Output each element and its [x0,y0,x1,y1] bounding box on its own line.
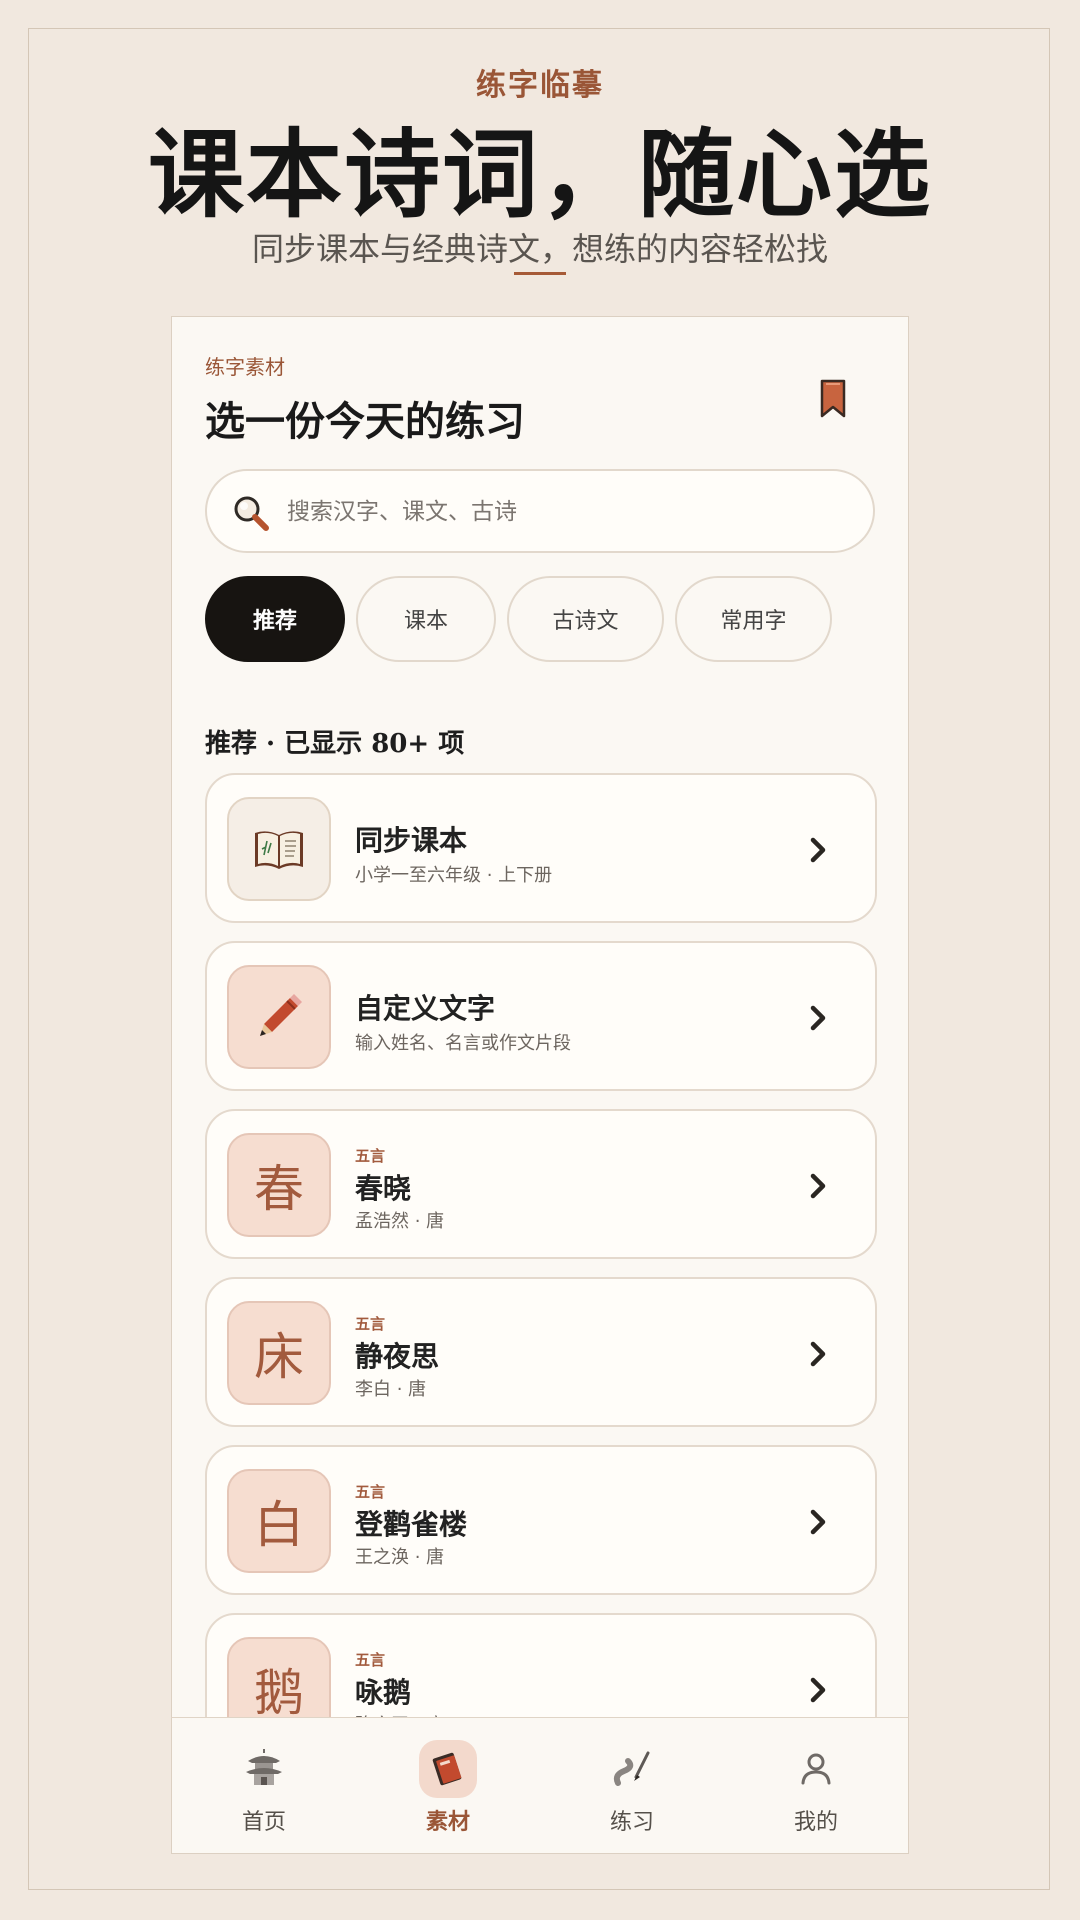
card-tag: 五言 [355,1315,386,1333]
card-tag: 五言 [355,1483,386,1501]
bookmark-icon[interactable] [819,379,847,419]
open-book-icon [255,831,303,869]
card-subtitle: 王之涣 · 唐 [355,1547,445,1568]
thumb-character: 床 [254,1328,304,1386]
chevron-right-icon [810,1005,826,1031]
nav-practice[interactable]: 练习 [540,1718,724,1855]
list-item[interactable]: 同步课本 小学一至六年级 · 上下册 [205,773,877,923]
chip-recommended[interactable]: 推荐 [205,576,345,662]
chip-common-characters[interactable]: 常用字 [675,576,832,662]
chevron-right-icon [810,1509,826,1535]
magnifier-icon [234,496,269,531]
card-title: 登鹳雀楼 [355,1508,468,1541]
nav-profile[interactable]: 我的 [724,1718,908,1855]
thumb [227,965,331,1069]
list-item[interactable]: 床 五言 静夜思 李白 · 唐 [205,1277,877,1427]
filter-chips: 推荐 课本 古诗文 常用字 [205,576,885,662]
card-title: 静夜思 [355,1340,440,1373]
chevron-right-icon [810,1173,826,1199]
subtitle: 同步课本与经典诗文，想练的内容轻松找 [251,230,828,268]
nav-icon-container [235,1740,293,1798]
bottom-nav: 首页 素材 练习 我的 [171,1717,909,1854]
pagoda-icon [246,1749,282,1785]
nav-icon-container [419,1740,477,1798]
list-item[interactable]: 自定义文字 输入姓名、名言或作文片段 [205,941,877,1091]
thumb: 床 [227,1301,331,1405]
card-subtitle: 李白 · 唐 [355,1379,427,1400]
user-icon [801,1753,831,1785]
list-item[interactable]: 白 五言 登鹳雀楼 王之涣 · 唐 [205,1445,877,1595]
chip-textbook[interactable]: 课本 [356,576,496,662]
pencil-icon [260,994,302,1036]
nav-label: 首页 [241,1810,286,1835]
chevron-right-icon [810,837,826,863]
chip-classical-poetry[interactable]: 古诗文 [507,576,664,662]
chevron-right-icon [810,1677,826,1703]
card-title: 咏鹅 [355,1676,412,1709]
nav-label: 练习 [609,1810,654,1835]
list-item[interactable]: 春 五言 春晓 孟浩然 · 唐 [205,1109,877,1259]
thumb-character: 白 [254,1496,304,1554]
search-input[interactable] [285,487,849,537]
thumb: 白 [227,1469,331,1573]
app-brand: 练字临摹 [476,68,604,103]
material-panel: 练字素材 选一份今天的练习 推荐 课本 古诗文 常用字 推荐 · 已显示 80+… [171,316,909,1854]
card-tag: 五言 [355,1651,386,1669]
headline: 课本诗词，随心选 [148,118,932,231]
card-title: 春晓 [355,1172,412,1205]
nav-icon-container [603,1740,661,1798]
nav-icon-container [787,1740,845,1798]
nav-label: 我的 [793,1810,838,1835]
thumb-character: 春 [254,1160,304,1218]
card-subtitle: 孟浩然 · 唐 [355,1211,445,1232]
card-subtitle: 输入姓名、名言或作文片段 [355,1033,571,1054]
card-subtitle: 小学一至六年级 · 上下册 [355,865,553,886]
card-title: 同步课本 [355,824,468,857]
book-icon [432,1752,462,1786]
chevron-right-icon [810,1341,826,1367]
brush-icon [613,1751,650,1786]
card-title: 自定义文字 [355,992,496,1025]
nav-materials[interactable]: 素材 [356,1718,540,1855]
nav-label: 素材 [425,1810,470,1835]
card-tag: 五言 [355,1147,386,1165]
subtitle-underline [514,272,566,275]
panel-eyebrow: 练字素材 [205,355,285,379]
section-label: 推荐 · 已显示 80+ 项 [205,729,465,759]
thumb: 春 [227,1133,331,1237]
nav-home[interactable]: 首页 [172,1718,356,1855]
search-bar[interactable] [205,469,875,553]
thumb [227,797,331,901]
panel-title: 选一份今天的练习 [205,398,525,445]
thumb-character: 鹅 [254,1664,304,1722]
